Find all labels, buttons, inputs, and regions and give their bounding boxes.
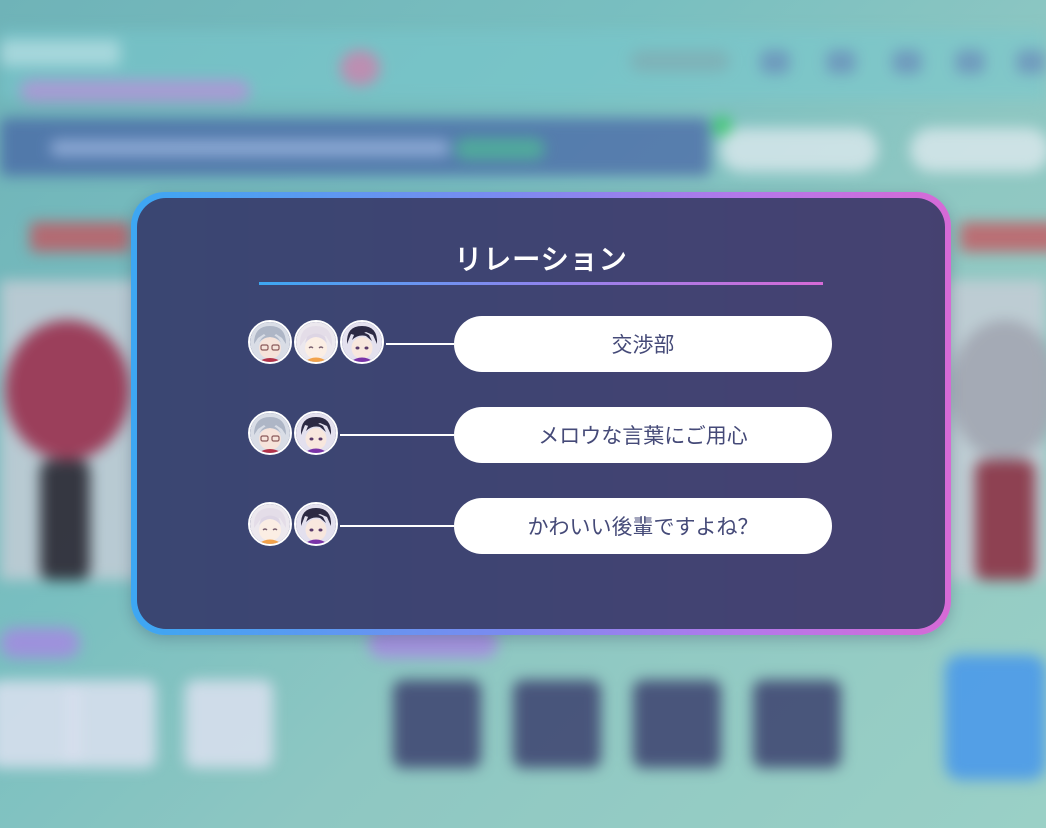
bg-chip xyxy=(0,628,80,658)
bg-item-tile xyxy=(393,680,481,768)
relation-modal-body: リレーション 交渉部 メロウな言葉にご用心 かわいい後輩ですよね？ xyxy=(137,198,945,629)
bg-menu-icon xyxy=(826,50,856,74)
bg-menu-icon xyxy=(1016,50,1046,74)
bg-nav-button xyxy=(455,138,545,160)
white-haired-character-avatar xyxy=(294,320,338,364)
relation-row[interactable]: かわいい後輩ですよね？ xyxy=(137,496,945,556)
bg-item-tile xyxy=(0,680,78,768)
bg-action-button xyxy=(945,655,1046,780)
relation-row[interactable]: メロウな言葉にご用心 xyxy=(137,405,945,465)
bg-menu-icon xyxy=(892,50,922,74)
bg-item-tile xyxy=(513,680,601,768)
bg-tag xyxy=(960,222,1046,252)
bg-tag xyxy=(30,222,130,252)
bg-pill-button xyxy=(910,128,1046,172)
white-haired-character-avatar xyxy=(248,502,292,546)
relation-row[interactable]: 交渉部 xyxy=(137,314,945,374)
relation-modal: リレーション 交渉部 メロウな言葉にご用心 かわいい後輩ですよね？ xyxy=(131,192,951,635)
bg-nav-text xyxy=(50,140,450,156)
connector-line xyxy=(340,525,454,527)
bg-item-tile xyxy=(633,680,721,768)
bg-badge xyxy=(340,50,380,86)
bg-title xyxy=(0,40,120,66)
dark-haired-character-avatar xyxy=(294,411,338,455)
bg-menu-icon xyxy=(760,50,790,74)
dark-haired-character-avatar xyxy=(340,320,384,364)
bg-item-tile xyxy=(68,680,156,768)
bg-banner xyxy=(20,80,250,102)
bg-character-body xyxy=(975,460,1035,580)
title-underline xyxy=(259,282,823,285)
connector-line xyxy=(340,434,454,436)
bg-character-head xyxy=(5,320,130,460)
bg-item-tile xyxy=(753,680,841,768)
bg-character-body xyxy=(40,460,90,580)
bg-menu-icon xyxy=(955,50,985,74)
dark-haired-character-avatar xyxy=(294,502,338,546)
modal-title: リレーション xyxy=(454,243,628,276)
relation-label[interactable]: 交渉部 xyxy=(454,316,832,372)
silver-haired-glasses-character-avatar xyxy=(248,320,292,364)
bg-item-tile xyxy=(185,680,273,768)
relation-label[interactable]: かわいい後輩ですよね？ xyxy=(454,498,832,554)
relation-label[interactable]: メロウな言葉にご用心 xyxy=(454,407,832,463)
bg-pill-button xyxy=(720,128,878,172)
bg-menu-label xyxy=(630,50,730,72)
connector-line xyxy=(386,343,454,345)
silver-haired-glasses-character-avatar xyxy=(248,411,292,455)
